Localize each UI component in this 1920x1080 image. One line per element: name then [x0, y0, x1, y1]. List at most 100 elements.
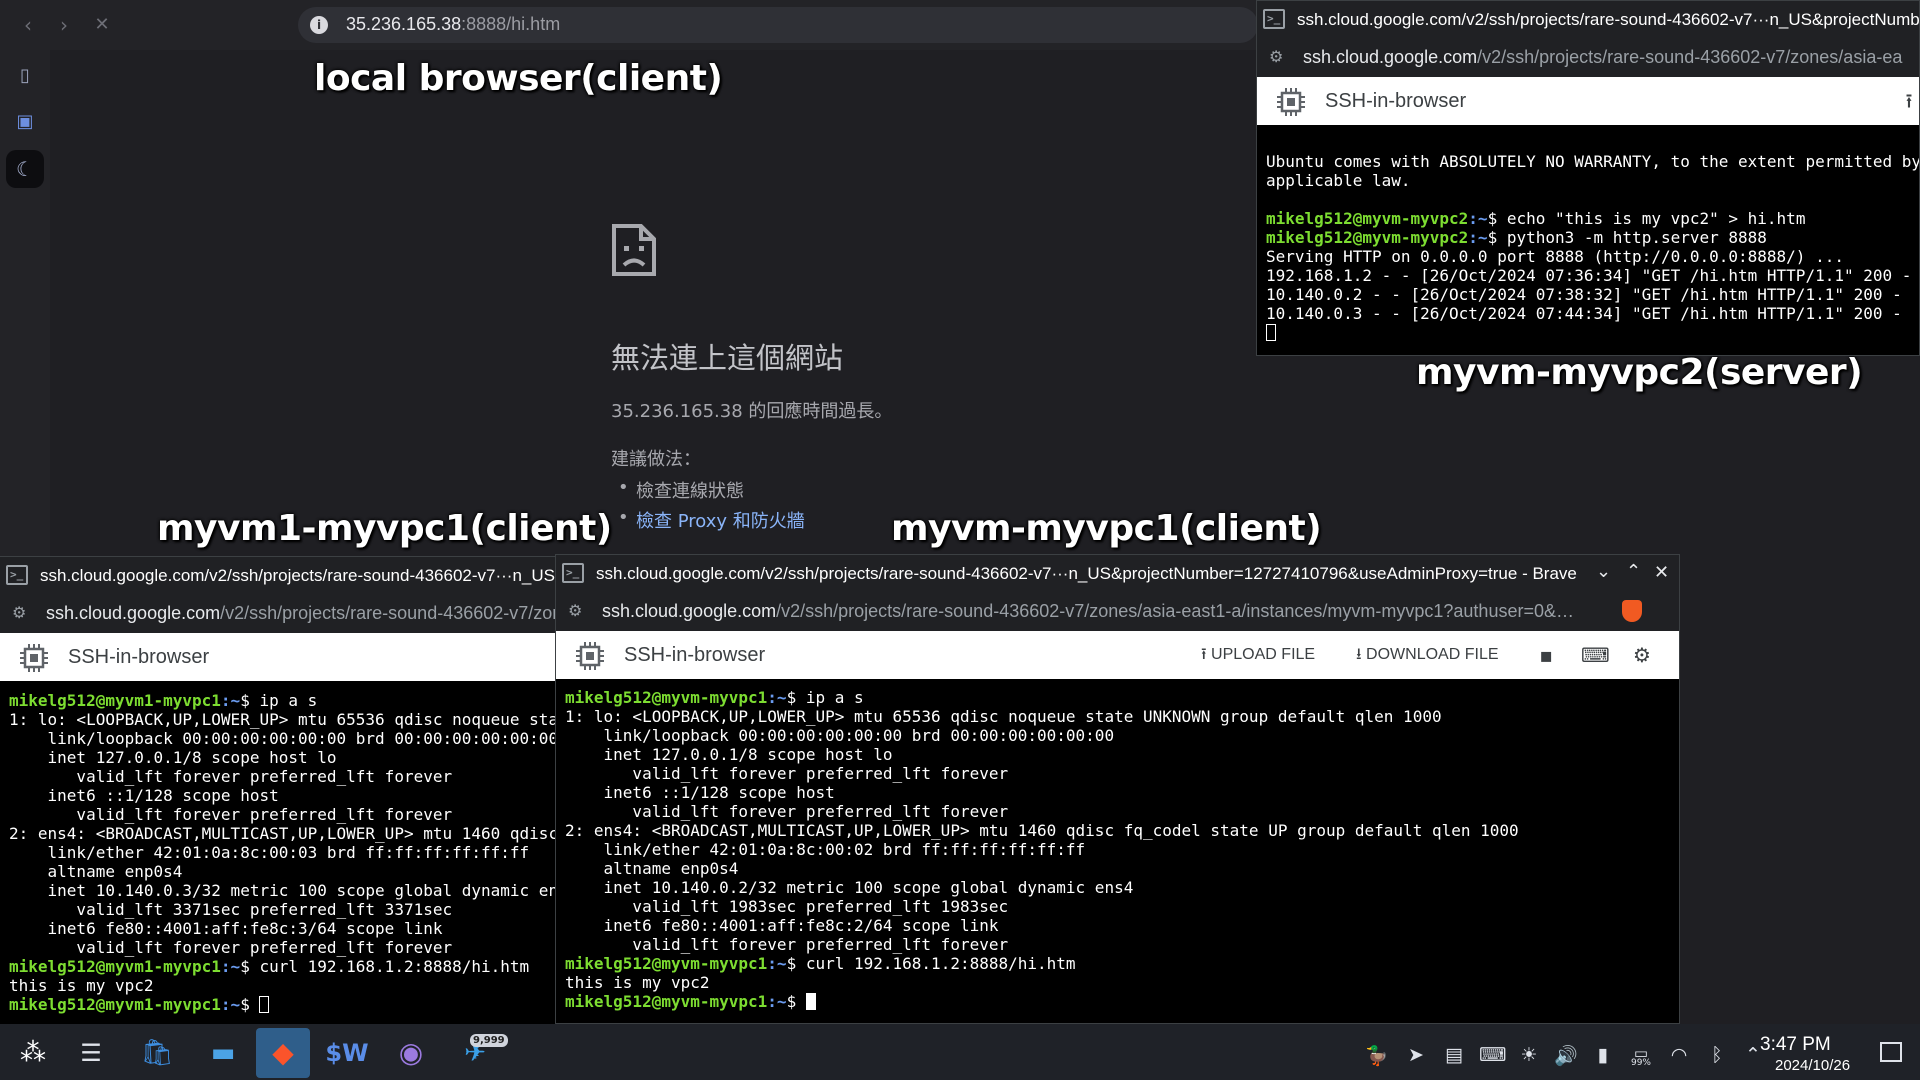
site-settings-icon[interactable]: ⚙	[1269, 47, 1283, 67]
terminal-line: this is my vpc2	[565, 973, 710, 992]
error-subtitle: 35.236.165.38 的回應時間過長。	[611, 401, 893, 422]
terminal-line: mikelg512@myvm-myvpc1:~$ ip a s	[565, 688, 864, 707]
brightness-icon[interactable]: ☀	[1516, 1044, 1542, 1066]
ssh-address-bar[interactable]: ⚙ ssh.cloud.google.com/v2/ssh/projects/r…	[1257, 37, 1919, 77]
terminal-line: inet6 ::1/128 scope host	[565, 783, 835, 802]
ssh-window-client1: >_ ssh.cloud.google.com/v2/ssh/projects/…	[0, 556, 556, 1024]
terminal-line: link/ether 42:01:0a:8c:00:03 brd ff:ff:f…	[9, 843, 530, 862]
clipboard-icon[interactable]: ▤	[1441, 1044, 1467, 1066]
terminal-line: this is my vpc2	[9, 976, 154, 995]
ssh-header-label: SSH-in-browser	[624, 644, 766, 666]
bluetooth-icon[interactable]: ᛒ	[1704, 1044, 1730, 1066]
terminal-cursor	[259, 996, 270, 1013]
clock-time[interactable]: 3:47 PM	[1760, 1034, 1831, 1056]
usb-device-icon[interactable]: ▮	[1590, 1044, 1616, 1066]
terminal-line: mikelg512@myvm1-myvpc1:~$ curl 192.168.1…	[9, 957, 530, 976]
keyboard-layout-icon[interactable]: ⌨	[1479, 1044, 1506, 1066]
suggestion-check-connection: 檢查連線狀態	[618, 477, 744, 503]
system-settings-icon[interactable]: ☰	[64, 1028, 118, 1078]
terminal-line: 2: ens4: <BROADCAST,MULTICAST,UP,LOWER_U…	[565, 821, 1519, 840]
night-mode-icon[interactable]: ☾	[6, 150, 44, 188]
terminal-output[interactable]: mikelg512@myvm-myvpc1:~$ ip a s 1: lo: <L…	[565, 688, 1519, 1011]
terminal-line: inet6 ::1/128 scope host	[9, 786, 279, 805]
terminal-line: mikelg512@myvm-myvpc2:~$ python3 -m http…	[1266, 228, 1767, 247]
terminal-line: valid_lft forever preferred_lft forever	[9, 805, 453, 824]
stop-loading-icon[interactable]: ✕	[88, 11, 116, 39]
ssh-header-label: SSH-in-browser	[68, 646, 210, 668]
forward-icon[interactable]: ›	[50, 11, 78, 39]
site-settings-icon[interactable]: ⚙	[568, 601, 582, 621]
terminal-line: inet 127.0.0.1/8 scope host lo	[9, 748, 337, 767]
wifi-icon[interactable]: ◠	[1666, 1044, 1692, 1066]
upload-icon: ⭱	[1201, 646, 1212, 663]
terminal-window-icon: >_	[6, 565, 28, 585]
terminal-line: altname enp0s4	[565, 859, 739, 878]
ssh-window-client2: >_ ssh.cloud.google.com/v2/ssh/projects/…	[555, 554, 1680, 1024]
settings-gear-icon[interactable]: ⚙	[1630, 643, 1654, 667]
suggestion-check-proxy-link[interactable]: 檢查 Proxy 和防火牆	[618, 507, 805, 533]
terminal-line: valid_lft forever preferred_lft forever	[565, 802, 1009, 821]
terminal-line: altname enp0s4	[9, 862, 183, 881]
window-title: ssh.cloud.google.com/v2/ssh/projects/rar…	[1297, 10, 1920, 29]
clock-date[interactable]: 2024/10/26	[1775, 1057, 1850, 1074]
terminal-line: valid_lft forever preferred_lft forever	[9, 938, 453, 957]
chevron-down-icon[interactable]: ⌄	[1596, 561, 1611, 582]
file-manager-icon[interactable]: ▬	[196, 1028, 250, 1078]
show-desktop-icon[interactable]	[1880, 1042, 1902, 1062]
terminal-line: valid_lft 1983sec preferred_lft 1983sec	[565, 897, 1009, 916]
terminal-line: 2: ens4: <BROADCAST,MULTICAST,UP,LOWER_U…	[9, 824, 556, 843]
brave-browser-icon[interactable]: ◆	[256, 1028, 310, 1078]
terminal-line: inet 10.140.0.3/32 metric 100 scope glob…	[9, 881, 556, 900]
terminal-line: 192.168.1.2 - - [26/Oct/2024 07:36:34] "…	[1266, 266, 1912, 285]
window-title: ssh.cloud.google.com/v2/ssh/projects/rar…	[40, 566, 556, 585]
back-icon[interactable]: ‹	[14, 11, 42, 39]
terminal-line: Serving HTTP on 0.0.0.0 port 8888 (http:…	[1266, 247, 1844, 266]
store-icon[interactable]: 🛍	[130, 1028, 184, 1078]
ssh-header: SSH-in-browser ⭱	[1257, 77, 1919, 125]
upload-icon[interactable]: ⭱	[1897, 89, 1919, 113]
ssh-url: ssh.cloud.google.com/v2/ssh/projects/rar…	[46, 603, 556, 623]
keyboard-icon[interactable]: ⌨	[1581, 643, 1610, 667]
label-client1: myvm1-myvpc1(client)	[157, 508, 612, 549]
window-title: ssh.cloud.google.com/v2/ssh/projects/rar…	[596, 564, 1577, 583]
ssh-url: ssh.cloud.google.com/v2/ssh/projects/rar…	[1303, 47, 1903, 67]
address-bar[interactable]: i 35.236.165.38:8888/hi.htm	[298, 7, 1258, 43]
launcher-icon[interactable]: ⁂	[6, 1028, 60, 1078]
telegram-icon[interactable]: ➤	[1403, 1044, 1429, 1066]
terminal-output[interactable]: mikelg512@myvm1-myvpc1:~$ ip a s 1: lo: <…	[9, 691, 556, 1014]
sw-app-icon[interactable]: $W	[320, 1028, 374, 1078]
volume-icon[interactable]: 🔊	[1553, 1044, 1579, 1067]
terminal-line: inet6 fe80::4001:aff:fe8c:3/64 scope lin…	[9, 919, 443, 938]
terminal-cursor	[1266, 324, 1276, 341]
terminal-line: link/loopback 00:00:00:00:00:00 brd 00:0…	[565, 726, 1115, 745]
terminal-output[interactable]: Ubuntu comes with ABSOLUTELY NO WARRANTY…	[1266, 152, 1920, 342]
terminal-line: Ubuntu comes with ABSOLUTELY NO WARRANTY…	[1266, 152, 1920, 171]
mail-badge: 9,999	[470, 1034, 508, 1047]
terminal-line: applicable law.	[1266, 171, 1411, 190]
battery-icon[interactable]: ▭ 99%	[1628, 1044, 1654, 1068]
goose-icon[interactable]: 🦆	[1364, 1044, 1390, 1067]
ssh-address-bar[interactable]: ⚙ ssh.cloud.google.com/v2/ssh/projects/r…	[0, 593, 556, 633]
ssh-url: ssh.cloud.google.com/v2/ssh/projects/rar…	[602, 601, 1574, 621]
sidebar-toggle-icon[interactable]: ▯	[11, 62, 39, 90]
info-icon[interactable]: i	[310, 16, 328, 34]
media-player-icon[interactable]: ◉	[384, 1028, 438, 1078]
brave-shields-icon[interactable]	[1622, 600, 1642, 622]
upload-file-button[interactable]: ⭱ UPLOAD FILE	[1201, 643, 1315, 670]
window-titlebar: >_ ssh.cloud.google.com/v2/ssh/projects/…	[1257, 1, 1919, 37]
feedback-icon[interactable]: ▪	[1534, 643, 1558, 667]
extension-chip-icon[interactable]: ▣	[11, 108, 39, 136]
site-settings-icon[interactable]: ⚙	[12, 603, 26, 623]
close-icon[interactable]: ✕	[1654, 562, 1669, 583]
maximize-icon[interactable]: ⌃	[1626, 561, 1641, 582]
terminal-line: link/ether 42:01:0a:8c:00:02 brd ff:ff:f…	[565, 840, 1086, 859]
terminal-window-icon: >_	[562, 563, 584, 583]
ssh-header-label: SSH-in-browser	[1325, 90, 1467, 112]
terminal-line: mikelg512@myvm-myvpc1:~$	[565, 992, 1519, 1011]
window-titlebar: >_ ssh.cloud.google.com/v2/ssh/projects/…	[0, 557, 556, 593]
download-file-button[interactable]: ⭳ DOWNLOAD FILE	[1356, 643, 1499, 670]
terminal-window-icon: >_	[1263, 9, 1285, 29]
ssh-address-bar[interactable]: ⚙ ssh.cloud.google.com/v2/ssh/projects/r…	[556, 591, 1679, 631]
terminal-line: valid_lft forever preferred_lft forever	[9, 767, 453, 786]
